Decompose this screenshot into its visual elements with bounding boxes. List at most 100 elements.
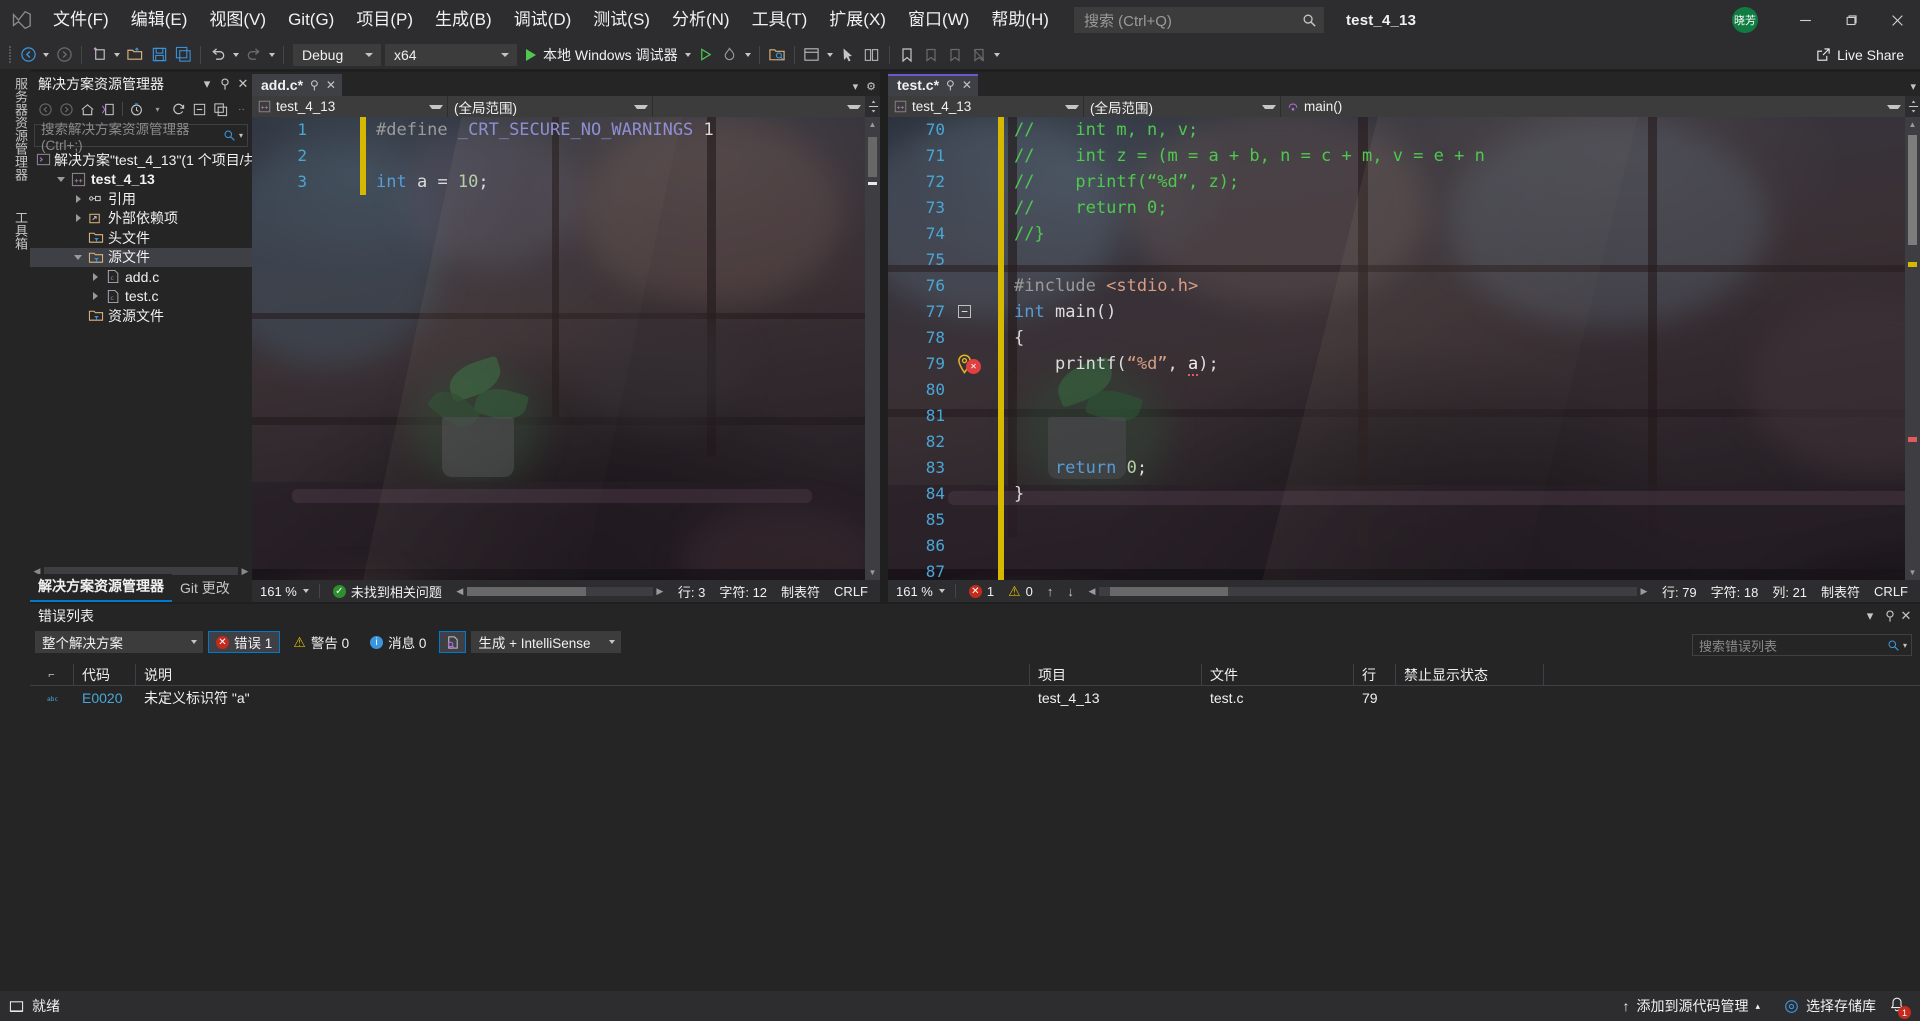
sidebar-item-server-explorer[interactable]: 服务器资源管理器 [0, 69, 30, 189]
tree-item-0[interactable]: 解决方案"test_4_13"(1 个项目/共 [30, 150, 252, 170]
table-row[interactable]: abc E0020 未定义标识符 "a" test_4_13 test.c 79 [30, 686, 1920, 710]
menu-file[interactable]: 文件(F) [42, 0, 120, 40]
right-code-area[interactable]: 70 // int m, n, v; 71 // int z = (m = a + b… [888, 117, 1920, 580]
menu-git[interactable]: Git(G) [277, 0, 345, 40]
scroll-thumb[interactable] [868, 137, 877, 177]
properties-icon[interactable]: ·· [232, 99, 251, 119]
menu-test[interactable]: 测试(S) [582, 0, 661, 40]
menu-analyze[interactable]: 分析(N) [661, 0, 741, 40]
glyph-margin[interactable] [954, 403, 998, 429]
scroll-down-icon[interactable]: ▼ [865, 565, 880, 580]
avatar[interactable]: 晓芳 [1732, 7, 1758, 33]
menu-debug[interactable]: 调试(D) [503, 0, 583, 40]
split-view-icon[interactable] [866, 96, 880, 117]
build-filter-combo[interactable]: 生成 + IntelliSense [471, 631, 622, 653]
save-all-button[interactable] [171, 43, 195, 67]
glyph-margin[interactable] [316, 143, 360, 169]
collapse-region-icon[interactable]: − [958, 305, 971, 318]
maximize-button[interactable] [1828, 0, 1874, 40]
error-list-search-input[interactable]: 搜索错误列表 ▾ [1692, 634, 1912, 656]
quick-search-input[interactable]: 搜索 (Ctrl+Q) [1073, 7, 1324, 33]
glyph-margin[interactable] [954, 377, 998, 403]
back-dropdown-caret-icon[interactable] [40, 53, 52, 57]
glyph-margin[interactable] [954, 455, 998, 481]
column-header-project[interactable]: 项目 [1030, 664, 1202, 685]
pin-icon[interactable]: ⚲ [1880, 608, 1900, 624]
tab-overflow-caret-icon[interactable]: ▾ [1910, 80, 1916, 93]
column-header-line[interactable]: 行 [1354, 664, 1396, 685]
start-without-debugging-button[interactable] [694, 43, 718, 67]
right-horizontal-scrollbar[interactable]: ◀ ▶ [1085, 584, 1651, 598]
column-header-description[interactable]: 说明 [136, 664, 1030, 685]
close-icon[interactable]: ✕ [234, 76, 252, 92]
issues-indicator[interactable]: ✓ 未找到相关问题 [326, 582, 449, 601]
scroll-up-icon[interactable]: ▲ [865, 117, 880, 132]
column-header-icon[interactable]: ⌐ [30, 664, 74, 685]
glyph-margin[interactable]: − [954, 299, 998, 325]
menu-project[interactable]: 项目(P) [345, 0, 424, 40]
tree-twisty-icon[interactable] [87, 273, 103, 281]
tree-item-2[interactable]: 引用 [30, 189, 252, 209]
close-icon[interactable]: ✕ [326, 78, 336, 92]
error-count-indicator[interactable]: ✕ 1 [962, 584, 1001, 599]
sidebar-item-toolbox[interactable]: 工具箱 [0, 203, 30, 258]
platform-combo[interactable]: x64 [385, 43, 517, 66]
glyph-margin[interactable] [316, 117, 360, 143]
scroll-left-icon[interactable]: ◀ [1085, 586, 1099, 597]
forward-arrow-icon[interactable] [57, 99, 76, 119]
glyph-margin[interactable] [954, 247, 998, 273]
save-button[interactable] [147, 43, 171, 67]
scroll-up-icon[interactable]: ▲ [1905, 117, 1920, 132]
menu-help[interactable]: 帮助(H) [980, 0, 1060, 40]
gear-icon[interactable]: ⚙ [866, 80, 876, 93]
scroll-right-icon[interactable]: ▶ [653, 586, 667, 597]
add-to-source-control-button[interactable]: ↑ 添加到源代码管理 ▴ [1610, 991, 1772, 1021]
tree-item-5[interactable]: 源文件 [30, 247, 252, 267]
document-tab-test-c[interactable]: test.c* ⚲ ✕ [888, 74, 978, 96]
chevron-down-icon[interactable]: ▾ [198, 76, 216, 92]
show-all-files-icon[interactable] [211, 99, 230, 119]
toggle-bookmark-button[interactable] [895, 43, 919, 67]
live-visual-tree-button[interactable] [860, 43, 884, 67]
toolbar-overflow-caret-icon[interactable] [991, 53, 1003, 57]
tab-solution-explorer[interactable]: 解决方案资源管理器 [30, 574, 172, 602]
scroll-down-icon[interactable]: ▼ [1905, 565, 1920, 580]
navigate-back-button[interactable] [16, 43, 40, 67]
tree-twisty-icon[interactable] [70, 255, 86, 260]
nav-scope-combo[interactable]: (全局范围) [1084, 96, 1280, 117]
pending-changes-caret-icon[interactable]: ▾ [148, 99, 167, 119]
right-vertical-scrollbar[interactable]: ▲ ▼ [1905, 117, 1920, 580]
start-debugging-button[interactable]: 本地 Windows 调试器 [517, 43, 682, 67]
tree-item-7[interactable]: c test.c [30, 287, 252, 307]
glyph-margin[interactable] [954, 143, 998, 169]
toolbar-grip[interactable] [6, 45, 16, 64]
tree-item-8[interactable]: 资源文件 [30, 306, 252, 326]
left-vertical-scrollbar[interactable]: ▲ ▼ [865, 117, 880, 580]
column-header-code[interactable]: 代码 [74, 664, 136, 685]
tab-overflow-caret-icon[interactable]: ▾ [853, 80, 859, 93]
navigate-forward-button[interactable] [52, 43, 76, 67]
redo-button[interactable] [242, 43, 266, 67]
intellisense-toggle-button[interactable] [439, 631, 467, 653]
tree-twisty-icon[interactable] [53, 177, 69, 182]
messages-toggle-button[interactable]: i 消息 0 [362, 631, 434, 653]
pending-changes-icon[interactable] [127, 99, 146, 119]
notifications-button[interactable]: 1 [1888, 996, 1911, 1019]
zoom-level-combo[interactable]: 161 % [888, 584, 949, 599]
menu-extensions[interactable]: 扩展(X) [818, 0, 897, 40]
home-icon[interactable] [78, 99, 97, 119]
scroll-left-icon[interactable]: ◀ [453, 586, 467, 597]
collapse-all-icon[interactable] [190, 99, 209, 119]
tab-git-changes[interactable]: Git 更改 [172, 576, 238, 602]
redo-caret-icon[interactable] [266, 53, 278, 57]
glyph-margin[interactable] [316, 169, 360, 195]
chevron-down-icon[interactable]: ▾ [1860, 608, 1880, 624]
errors-toggle-button[interactable]: ✕ 错误 1 [208, 631, 281, 653]
nav-member-combo[interactable]: main() [1281, 96, 1905, 117]
warnings-toggle-button[interactable]: ⚠ 警告 0 [285, 631, 357, 653]
left-code-area[interactable]: 1 #define _CRT_SECURE_NO_WARNINGS 1 2 3 int … [252, 117, 880, 580]
live-share-button[interactable]: Live Share [1810, 43, 1910, 67]
glyph-margin[interactable] [954, 195, 998, 221]
tree-twisty-icon[interactable] [70, 214, 86, 222]
search-solution-button[interactable] [765, 43, 789, 67]
